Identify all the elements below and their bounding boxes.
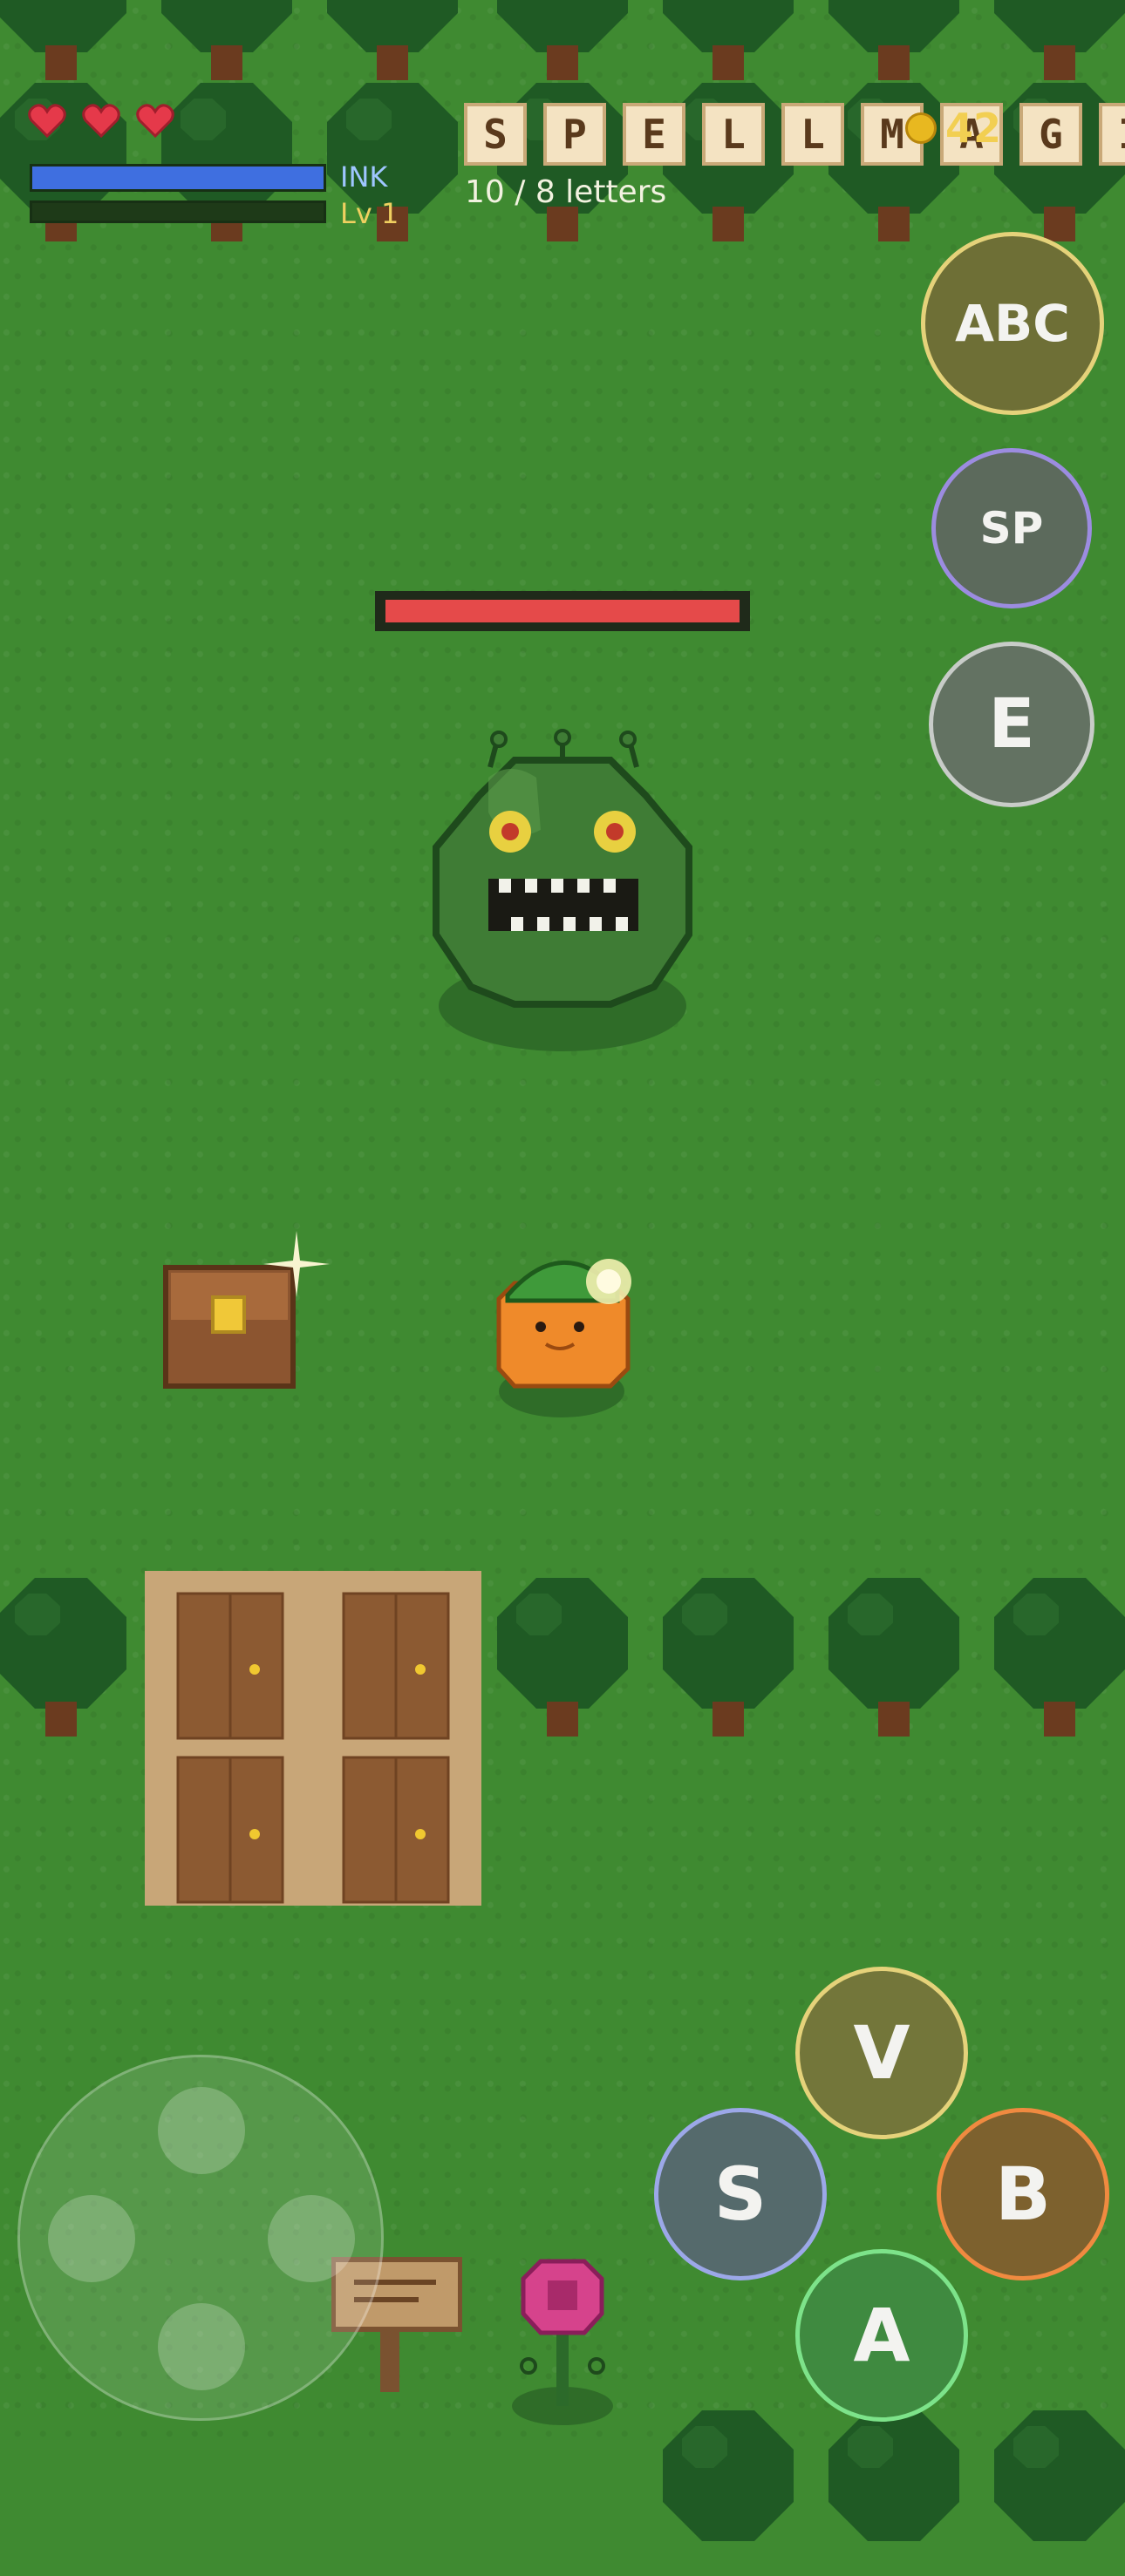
letter-tile[interactable]: L <box>781 103 844 166</box>
hearts-display <box>28 103 174 139</box>
heart-icon <box>136 103 174 139</box>
ink-label: INK <box>340 160 388 194</box>
v-button[interactable]: V <box>795 1967 968 2139</box>
tree <box>994 0 1125 87</box>
letters-count: 10 / 8 letters <box>465 174 667 210</box>
b-button-label: B <box>994 2151 1052 2237</box>
dpad-left[interactable] <box>48 2195 135 2282</box>
b-button[interactable]: B <box>937 2108 1109 2280</box>
abc-button-label: ABC <box>955 294 1070 353</box>
tree <box>497 1578 628 1743</box>
wooden-doors[interactable] <box>145 1571 481 1906</box>
pink-flower <box>512 2259 613 2425</box>
coin-counter: 42 <box>905 105 1001 152</box>
letter-tile[interactable]: E <box>623 103 685 166</box>
heart-icon <box>82 103 120 139</box>
sparkle-icon <box>263 1231 330 1297</box>
letter-tile[interactable]: L <box>702 103 765 166</box>
tree <box>0 0 126 87</box>
tree <box>994 1578 1125 1743</box>
sp-button-label: SP <box>979 503 1044 554</box>
tree <box>663 0 794 87</box>
heart-icon <box>28 103 66 139</box>
tree <box>327 0 458 87</box>
player-character <box>496 1259 631 1417</box>
letter-tile[interactable]: S <box>464 103 527 166</box>
coin-count: 42 <box>945 105 1002 152</box>
tree <box>161 0 292 87</box>
boss-health-bar <box>375 591 750 631</box>
tree <box>828 2410 959 2576</box>
abc-button[interactable]: ABC <box>921 232 1104 415</box>
boss-health-fill <box>385 600 740 622</box>
sp-button[interactable]: SP <box>931 448 1092 608</box>
level-label: Lv 1 <box>340 197 399 230</box>
ink-bar-fill <box>32 167 324 189</box>
slime-boss <box>433 729 692 1051</box>
v-button-label: V <box>853 2010 910 2096</box>
tree <box>828 1578 959 1743</box>
door-panels <box>176 1592 450 1904</box>
tree <box>497 0 628 87</box>
dpad-up[interactable] <box>158 2087 245 2174</box>
tree <box>994 2410 1125 2576</box>
s-button-label: S <box>713 2151 767 2237</box>
letter-tile[interactable]: P <box>543 103 606 166</box>
virtual-joystick[interactable] <box>17 2055 384 2421</box>
e-button[interactable]: E <box>929 642 1094 807</box>
tree <box>663 1578 794 1743</box>
coin-icon <box>905 112 937 144</box>
dpad-right[interactable] <box>268 2195 355 2282</box>
tree <box>0 1578 126 1743</box>
dpad-down[interactable] <box>158 2303 245 2390</box>
tree <box>828 0 959 87</box>
letter-tile[interactable]: G <box>1019 103 1082 166</box>
a-button[interactable]: A <box>795 2249 968 2422</box>
letter-tile[interactable]: I <box>1099 103 1125 166</box>
e-button-label: E <box>988 685 1035 764</box>
ink-bar <box>30 164 326 192</box>
a-button-label: A <box>853 2293 910 2378</box>
s-button[interactable]: S <box>654 2108 827 2280</box>
tree <box>663 2410 794 2576</box>
xp-bar <box>30 201 326 223</box>
word-tiles: SPELLMAGI <box>464 103 1125 166</box>
